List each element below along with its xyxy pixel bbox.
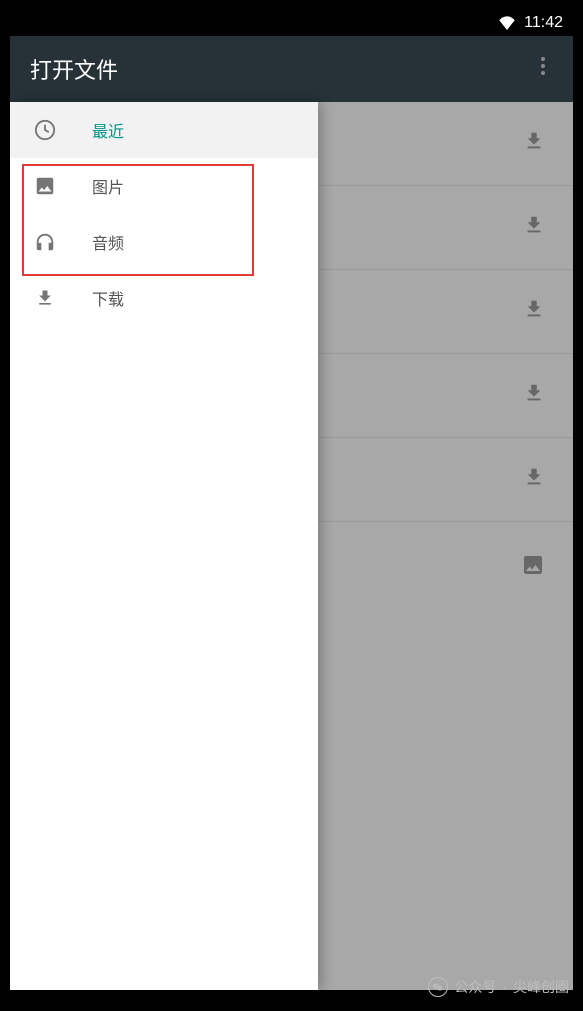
image-icon (521, 553, 545, 582)
app-bar: 打开文件 (10, 36, 573, 102)
download-icon (523, 382, 545, 409)
download-icon (34, 287, 56, 309)
content-area: 最近 图片 音频 下载 (10, 102, 573, 990)
drawer-item-label: 图片 (92, 174, 124, 198)
drawer-item-audio[interactable]: 音频 (10, 214, 318, 270)
drawer-item-images[interactable]: 图片 (10, 158, 318, 214)
headphones-icon (34, 231, 56, 253)
drawer-item-label: 下载 (92, 286, 124, 310)
wechat-icon (428, 977, 448, 997)
watermark-name: 尖峰创圈 (513, 977, 569, 997)
download-icon (523, 466, 545, 493)
watermark-prefix: 公众号 (454, 977, 496, 997)
download-icon (523, 214, 545, 241)
drawer-item-label: 音频 (92, 230, 124, 254)
download-icon (523, 298, 545, 325)
overflow-menu-icon[interactable] (531, 54, 555, 78)
clock-icon (34, 119, 56, 141)
navigation-drawer: 最近 图片 音频 下载 (10, 102, 318, 990)
drawer-item-recent[interactable]: 最近 (10, 102, 318, 158)
drawer-item-label: 最近 (92, 118, 124, 142)
status-bar: 11:42 (10, 10, 573, 36)
image-icon (34, 175, 56, 197)
app-title: 打开文件 (30, 53, 118, 85)
status-time: 11:42 (524, 14, 563, 32)
device-frame: 11:42 打开文件 (10, 10, 573, 990)
wifi-icon (498, 16, 516, 30)
watermark: 公众号 · 尖峰创圈 (428, 977, 569, 997)
drawer-item-downloads[interactable]: 下载 (10, 270, 318, 326)
watermark-separator: · (502, 979, 507, 995)
download-icon (523, 130, 545, 157)
